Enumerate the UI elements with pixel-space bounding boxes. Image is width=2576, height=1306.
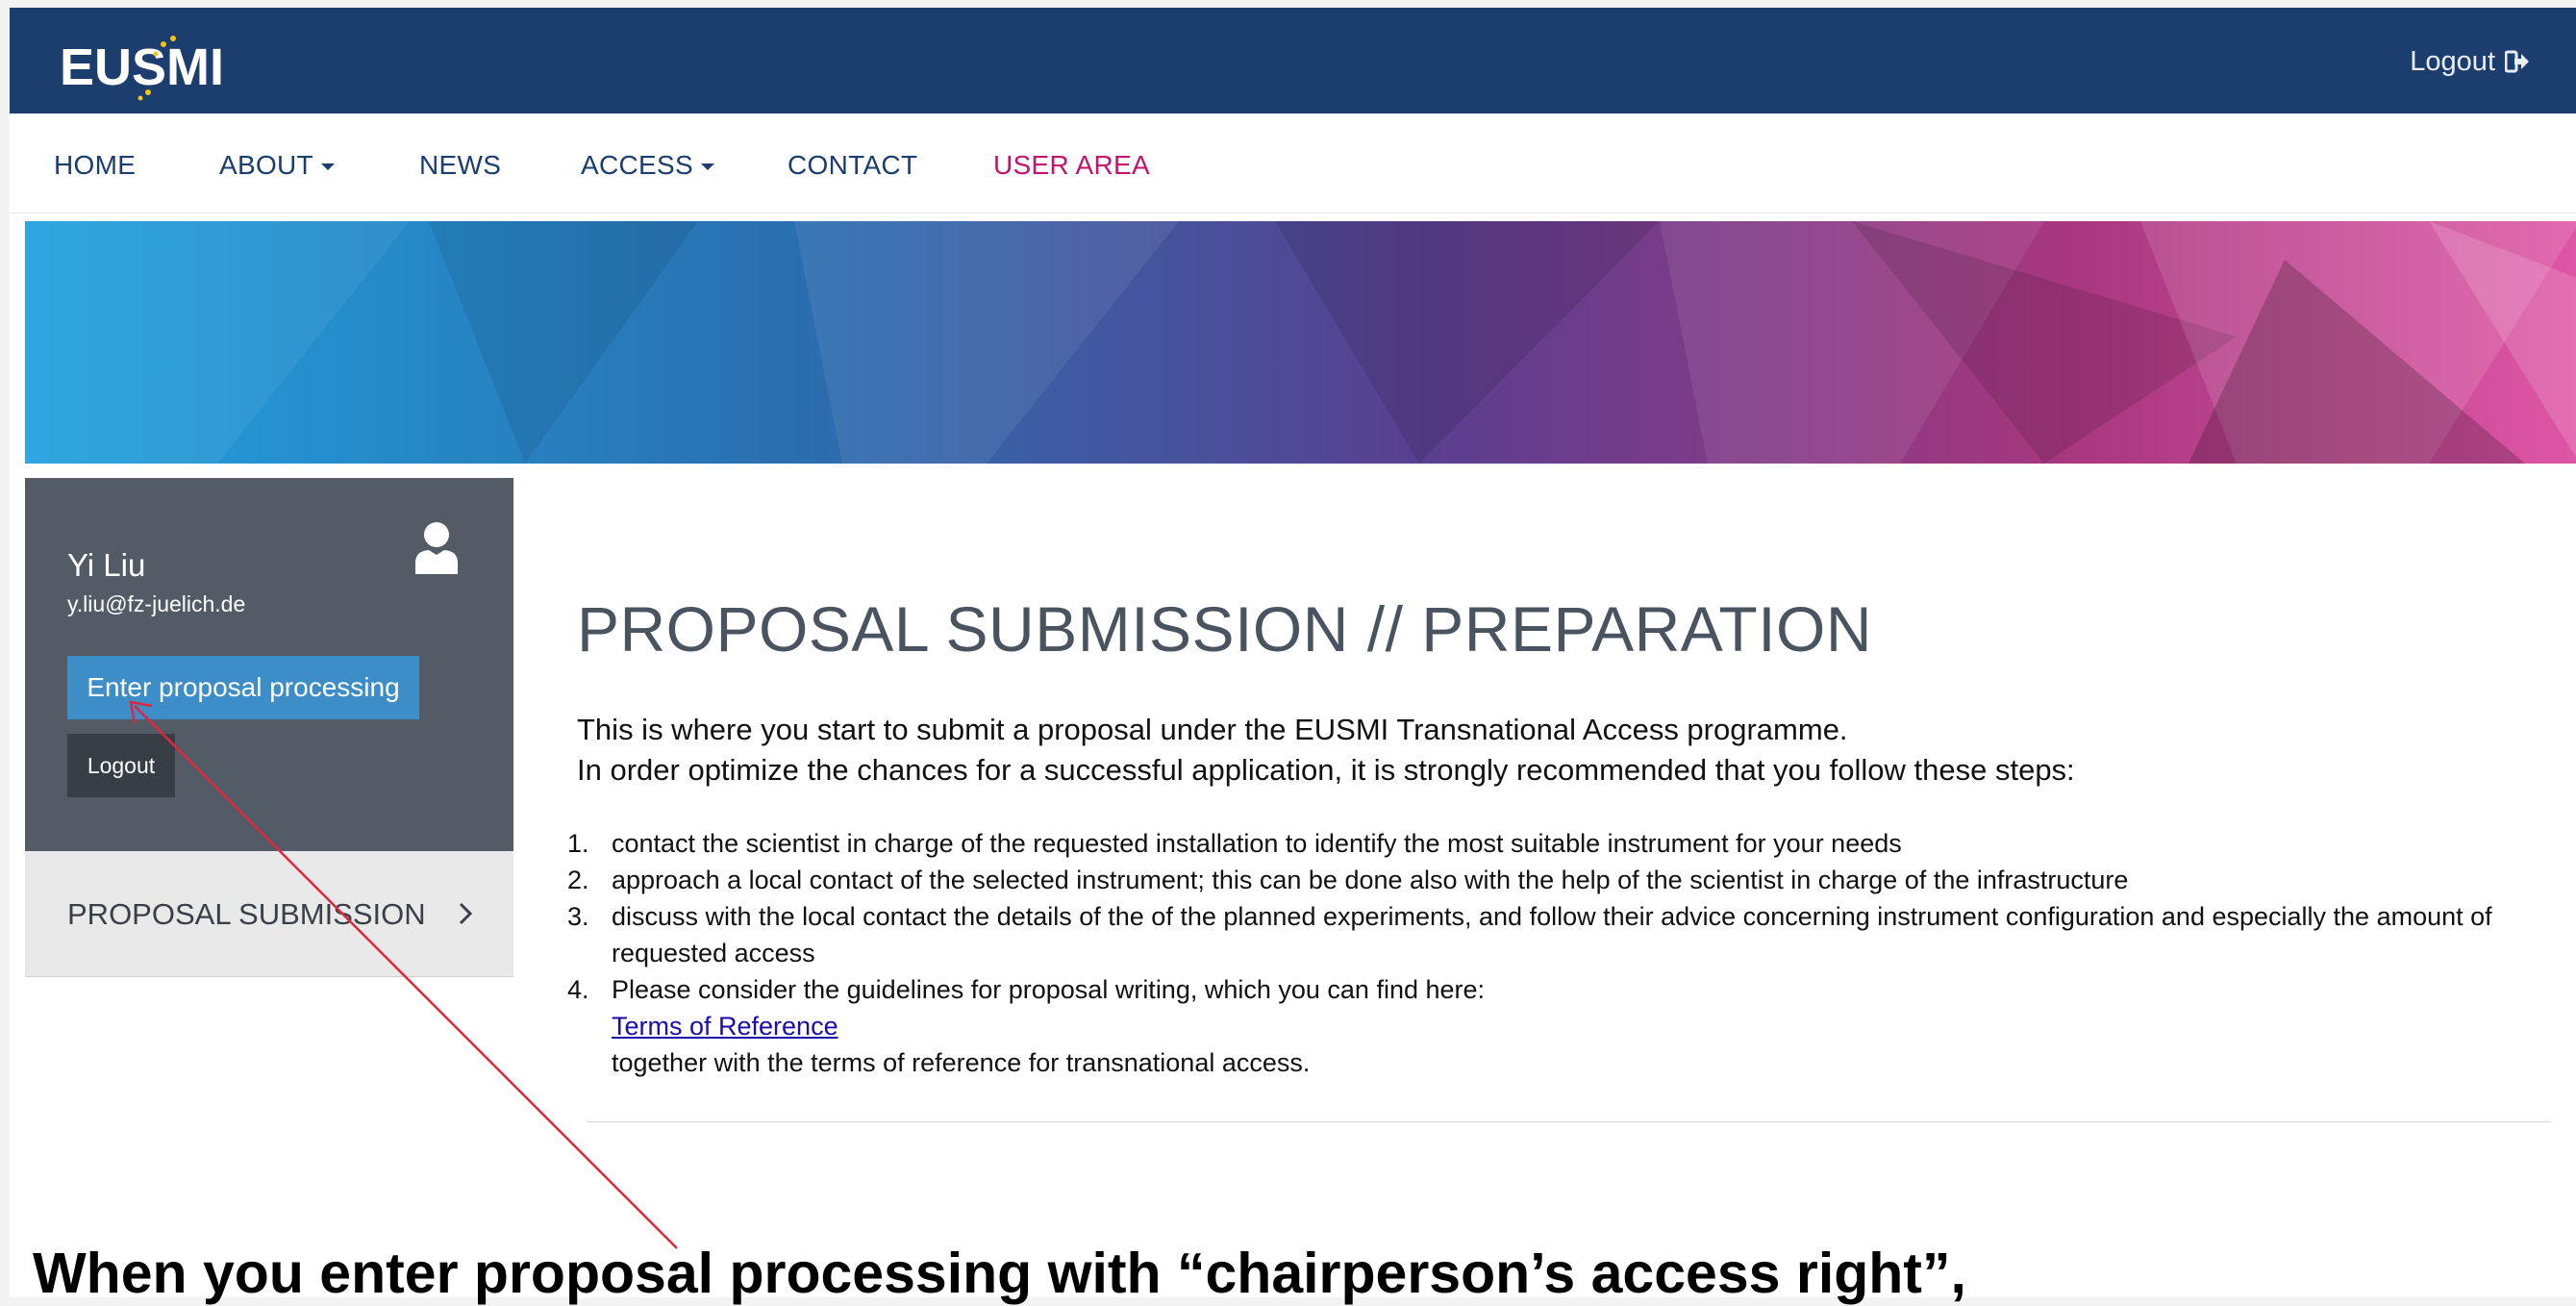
list-item: 3. discuss with the local contact the de… <box>567 898 2529 971</box>
top-header-bar: EUSMI Logout <box>10 8 2576 113</box>
nav-about-label: ABOUT <box>219 150 313 180</box>
list-item: 1. contact the scientist in charge of th… <box>567 825 2529 862</box>
nav-home-label: HOME <box>54 150 137 180</box>
nav-access[interactable]: ACCESS <box>581 150 714 181</box>
caret-down-icon <box>320 163 335 170</box>
annotation-caption: When you enter proposal processing with … <box>33 1242 1966 1305</box>
list-item: 4. Please consider the guidelines for pr… <box>567 971 2529 1081</box>
intro-line-1: This is where you start to submit a prop… <box>577 713 1848 746</box>
intro-text: This is where you start to submit a prop… <box>577 710 2075 791</box>
user-name: Yi Liu <box>67 547 146 583</box>
sidebar-logout-button[interactable]: Logout <box>67 734 175 797</box>
step-text: discuss with the local contact the detai… <box>612 902 2492 967</box>
list-item: 2. approach a local contact of the selec… <box>567 862 2529 898</box>
intro-line-2: In order optimize the chances for a succ… <box>577 753 2075 787</box>
user-profile-panel: Yi Liu y.liu@fz-juelich.de Enter proposa… <box>25 478 513 851</box>
step-text: Please consider the guidelines for propo… <box>612 975 1486 1004</box>
nav-about[interactable]: ABOUT <box>219 150 335 181</box>
header-logout-label: Logout <box>2410 45 2495 77</box>
step-text: contact the scientist in charge of the r… <box>612 829 1902 858</box>
user-email: y.liu@fz-juelich.de <box>67 591 246 616</box>
step-text-after: together with the terms of reference for… <box>612 1048 1311 1077</box>
page: EUSMI Logout HOME ABOUT NEWS ACCESS CONT… <box>10 8 2576 1297</box>
sidebar-item-label: PROPOSAL SUBMISSION <box>67 897 426 931</box>
step-number: 4. <box>567 975 589 1004</box>
nav-user-area[interactable]: USER AREA <box>993 150 1150 181</box>
header-banner-image <box>25 221 2576 464</box>
eusmi-logo-graphic: EUSMI <box>60 36 224 101</box>
main-navigation: HOME ABOUT NEWS ACCESS CONTACT USER AREA <box>10 113 2576 213</box>
terms-of-reference-link[interactable]: Terms of Reference <box>612 1012 838 1041</box>
nav-contact-label: CONTACT <box>788 150 918 180</box>
nav-news[interactable]: NEWS <box>419 150 501 181</box>
chevron-right-icon <box>459 902 473 925</box>
user-icon <box>415 522 458 574</box>
logo-text: EUSMI <box>60 38 224 96</box>
nav-user-area-label: USER AREA <box>993 150 1150 180</box>
caret-down-icon <box>700 163 714 170</box>
step-number: 3. <box>567 902 589 931</box>
content-divider <box>587 1121 2551 1122</box>
header-logout-link[interactable]: Logout <box>2410 40 2530 83</box>
enter-proposal-processing-button[interactable]: Enter proposal processing <box>67 656 419 719</box>
eusmi-logo[interactable]: EUSMI <box>56 27 267 108</box>
nav-contact[interactable]: CONTACT <box>788 150 917 181</box>
nav-news-label: NEWS <box>419 150 502 180</box>
steps-list: 1. contact the scientist in charge of th… <box>567 825 2529 1081</box>
step-number: 1. <box>567 829 589 858</box>
page-title: PROPOSAL SUBMISSION // PREPARATION <box>577 593 1873 665</box>
nav-home[interactable]: HOME <box>54 150 136 181</box>
step-number: 2. <box>567 866 589 894</box>
nav-access-label: ACCESS <box>581 150 693 180</box>
sign-out-icon <box>2505 50 2529 73</box>
sidebar-item-proposal-submission[interactable]: PROPOSAL SUBMISSION <box>25 851 513 977</box>
step-text: approach a local contact of the selected… <box>612 866 2129 894</box>
